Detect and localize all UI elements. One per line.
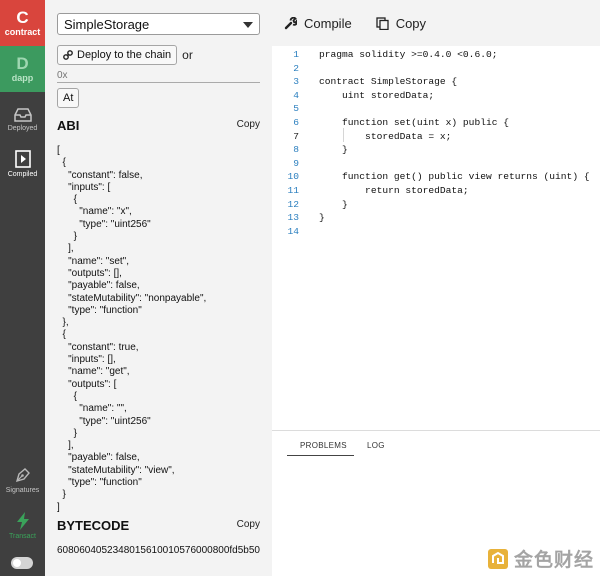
dapp-app-label: dapp [11, 72, 34, 83]
dapp-app-button[interactable]: D dapp [0, 46, 45, 92]
active-tab-indicator [287, 455, 354, 456]
copy-icon [376, 16, 389, 30]
line-text: storedData = x; [319, 130, 452, 142]
line-number: 6 [293, 117, 299, 128]
deploy-button[interactable]: Deploy to the chain [57, 45, 178, 65]
deploy-or-text: or [182, 48, 193, 62]
abi-json: [ { "constant": false, "inputs": [ { "na… [57, 145, 207, 513]
line-number: 2 [293, 62, 299, 74]
code-line[interactable]: 9 [272, 157, 600, 171]
contract-select[interactable]: SimpleStorage [57, 13, 260, 35]
deploy-row: Deploy to the chain or [57, 45, 193, 65]
code-line[interactable]: 4 uint storedData; [272, 89, 600, 103]
line-number: 5 [293, 103, 299, 115]
line-text: return storedData; [319, 185, 469, 196]
lightning-icon [16, 512, 29, 530]
code-line[interactable]: 7 storedData = x; [272, 130, 600, 144]
rail-item-compiled[interactable]: Compiled [0, 150, 45, 178]
compile-button[interactable]: Compile [284, 16, 352, 31]
chevron-down-icon [243, 22, 253, 28]
line-text: } [319, 212, 325, 224]
contract-app-label: contract [4, 26, 41, 37]
code-line[interactable]: 3 contract SimpleStorage { [272, 75, 600, 89]
deploy-button-label: Deploy to the chain [77, 49, 172, 61]
abi-copy-button[interactable]: Copy [237, 119, 260, 130]
line-text: function get() public view returns (uint… [319, 171, 590, 183]
line-number: 3 [293, 76, 299, 88]
line-number: 4 [293, 89, 299, 101]
code-line[interactable]: 6 function set(uint x) public { [272, 116, 600, 130]
line-text: pragma solidity >=0.4.0 <0.6.0; [319, 49, 498, 60]
watermark-text: 金色财经 [514, 550, 595, 571]
at-address-button[interactable]: At [57, 88, 80, 108]
code-line[interactable]: 2 [272, 62, 600, 76]
line-text: } [319, 144, 348, 156]
code-line[interactable]: 8 } [272, 143, 600, 157]
wrench-icon [284, 16, 297, 29]
bytecode-title: BYTECODE [57, 518, 130, 533]
line-number: 11 [287, 185, 299, 196]
code-line[interactable]: 5 [272, 102, 600, 116]
contract-address-input[interactable] [57, 68, 260, 83]
code-line[interactable]: 13} [272, 211, 600, 225]
app-rail: C contract D dapp Deployed Compiled Sign… [0, 0, 45, 576]
rail-item-compiled-label: Compiled [7, 171, 38, 178]
tab-problems[interactable]: PROBLEMS [300, 441, 347, 450]
line-text: uint storedData; [319, 89, 435, 101]
line-text: function set(uint x) public { [319, 117, 509, 128]
abi-title: ABI [57, 118, 80, 133]
line-text: } [319, 198, 348, 210]
tab-log[interactable]: LOG [367, 441, 385, 450]
editor-toolbar: Compile Copy [272, 0, 600, 46]
theme-toggle[interactable] [11, 557, 33, 569]
play-file-icon [14, 150, 31, 168]
watermark: 金色财经 [487, 545, 594, 572]
line-number: 1 [293, 49, 299, 60]
line-number: 7 [293, 130, 299, 142]
rail-item-deployed[interactable]: Deployed [0, 108, 45, 132]
compile-label: Compile [304, 15, 352, 31]
line-number: 14 [287, 225, 299, 237]
compiled-panel: SimpleStorage Deploy to the chain or At … [45, 0, 272, 576]
pen-icon [15, 468, 30, 483]
line-number: 12 [287, 198, 299, 210]
line-number: 8 [293, 144, 299, 156]
rail-item-signatures-label: Signatures [5, 487, 40, 494]
code-line[interactable]: 11 return storedData; [272, 184, 600, 198]
line-text: contract SimpleStorage { [319, 76, 458, 88]
line-number: 9 [293, 157, 299, 169]
bytecode-value: 6080604052348015610010576000800fd5b50 [57, 545, 260, 556]
bytecode-copy-button[interactable]: Copy [237, 519, 260, 530]
code-line[interactable]: 12 } [272, 198, 600, 212]
code-line[interactable]: 14 [272, 225, 600, 239]
rail-item-signatures[interactable]: Signatures [0, 466, 45, 494]
contract-app-button[interactable]: C contract [0, 0, 45, 46]
rail-item-transact-label: Transact [9, 533, 36, 540]
contract-select-value: SimpleStorage [64, 17, 150, 32]
rail-item-transact[interactable]: Transact [0, 512, 45, 540]
copy-code-button[interactable]: Copy [376, 16, 426, 31]
dapp-app-letter: D [16, 53, 29, 73]
inbox-icon [13, 108, 32, 122]
link-icon [63, 50, 73, 60]
contract-app-letter: C [16, 7, 29, 27]
line-number: 10 [287, 171, 299, 183]
watermark-logo [488, 548, 508, 569]
code-line[interactable]: 1 pragma solidity >=0.4.0 <0.6.0; [272, 48, 600, 62]
code-editor[interactable]: 1 pragma solidity >=0.4.0 <0.6.0; 2 3 contra… [272, 46, 600, 431]
code-line[interactable]: 10 function get() public view returns (u… [272, 170, 600, 184]
copy-label: Copy [395, 15, 427, 31]
rail-item-deployed-label: Deployed [7, 125, 38, 132]
line-number: 13 [287, 212, 299, 224]
